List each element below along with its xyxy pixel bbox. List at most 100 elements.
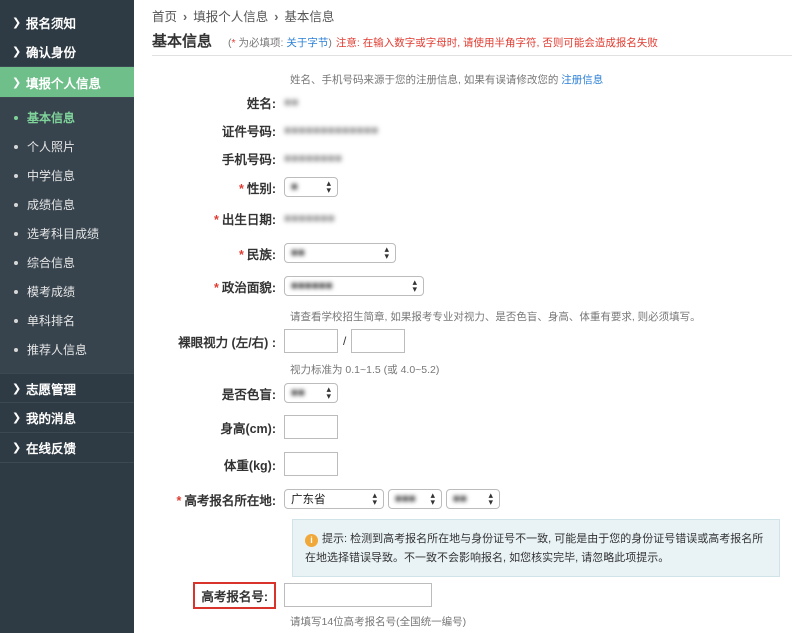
ethnic-select[interactable]: ■■ ▴ ▾	[284, 243, 396, 263]
select-caret-icon: ▴ ▾	[384, 244, 389, 261]
about-link[interactable]: 关于字节	[286, 37, 328, 49]
subnav-item-label: 选考科目成绩	[27, 227, 100, 241]
exam-number-row: 高考报名号:	[134, 581, 800, 609]
political-select[interactable]: ■■■■■■ ▴ ▾	[284, 276, 424, 296]
chevron-right-icon: ❯	[12, 382, 22, 395]
chevron-down-icon: ❯	[12, 76, 22, 89]
bullet-icon	[14, 202, 18, 207]
subnav-item-basic-info[interactable]: 基本信息	[0, 103, 134, 132]
bullet-icon	[14, 115, 18, 120]
subnav-item-subject-rank[interactable]: 单科排名	[0, 306, 134, 335]
gender-label: * 性别:	[238, 181, 276, 196]
colorblind-label: 是否色盲:	[221, 387, 276, 402]
birth-value: ■■■■■■■	[284, 211, 335, 225]
political-row: * 政治面貌: ■■■■■■ ▴ ▾	[134, 276, 800, 296]
vision-right-input[interactable]	[351, 329, 406, 353]
subnav-item-label: 基本信息	[27, 111, 76, 125]
political-label: * 政治面貌:	[213, 280, 276, 295]
nav-item-confirm-identity[interactable]: ❯ 确认身份	[0, 37, 134, 67]
birth-label: * 出生日期:	[213, 212, 276, 227]
birth-row: * 出生日期: ■■■■■■■	[134, 208, 800, 228]
nav-item-label: 在线反馈	[26, 442, 77, 456]
vision-separator: /	[343, 334, 347, 348]
breadcrumb-home[interactable]: 首页	[152, 10, 177, 24]
subnav-item-mock-exam[interactable]: 模考成绩	[0, 277, 134, 306]
subnav-item-scores[interactable]: 成绩信息	[0, 190, 134, 219]
exam-number-label-wrap: 高考报名号:	[134, 581, 284, 609]
select-caret-icon: ▴ ▾	[412, 277, 417, 294]
gender-row: * 性别: ■ ▴ ▾	[134, 177, 800, 197]
select-caret-icon: ▴ ▾	[326, 178, 331, 195]
vision-hint: 视力标准为 0.1~1.5 (或 4.0~5.2)	[290, 364, 440, 376]
nav-item-application-mgmt[interactable]: ❯ 志愿管理	[0, 373, 134, 403]
select-caret-icon: ▴ ▾	[326, 384, 331, 401]
sidebar: ❯ 报名须知 ❯ 确认身份 ❯ 填报个人信息 基本信息 个人照片 中学信息 成绩…	[0, 0, 134, 633]
phone-value: ■■■■■■■■	[284, 151, 342, 165]
source-note: 姓名、手机号码来源于您的注册信息, 如果有误请修改您的 注册信息	[290, 74, 604, 86]
id-row: 证件号码: ■■■■■■■■■■■■■	[134, 120, 800, 140]
subnav-item-comprehensive-info[interactable]: 综合信息	[0, 248, 134, 277]
nav-item-registration-notice[interactable]: ❯ 报名须知	[0, 7, 134, 37]
colorblind-row: 是否色盲: ■■ ▴ ▾	[134, 383, 800, 403]
registration-info-link[interactable]: 注册信息	[561, 74, 603, 86]
nav-item-personal-info[interactable]: ❯ 填报个人信息	[0, 67, 134, 98]
chevron-right-icon: ❯	[12, 46, 22, 58]
subnav-item-label: 单科排名	[27, 314, 76, 328]
subnav-item-photo[interactable]: 个人照片	[0, 132, 134, 161]
name-row: 姓名: ■■	[134, 92, 800, 112]
required-note: (* 为必填项: 关于字节)	[228, 37, 332, 49]
weight-input[interactable]	[284, 452, 338, 476]
bullet-icon	[14, 347, 18, 352]
chevron-right-icon: ❯	[12, 442, 22, 454]
weight-label: 体重(kg):	[223, 458, 276, 473]
page-title: 基本信息	[152, 33, 213, 50]
subnav-item-label: 成绩信息	[27, 198, 76, 212]
id-label: 证件号码:	[221, 124, 276, 139]
exam-number-label: 高考报名号:	[193, 581, 276, 609]
vision-label: 裸眼视力 (左/右) :	[178, 335, 276, 350]
chevron-right-icon: ❯	[12, 412, 22, 424]
bullet-icon	[14, 231, 18, 236]
height-row: 身高(cm):	[134, 415, 800, 439]
nav-item-label: 我的消息	[26, 412, 77, 426]
info-icon: i	[305, 534, 318, 547]
city-select[interactable]: ■■■ ▴ ▾	[388, 489, 442, 509]
main-content: 首页 › 填报个人信息 › 基本信息 基本信息 (* 为必填项: 关于字节) 注意: 在…	[134, 0, 800, 633]
vision-left-input[interactable]	[284, 329, 338, 353]
province-select[interactable]: 广东省 ▴ ▾	[284, 489, 384, 509]
vision-note: 请查看学校招生简章, 如果报考专业对视力、是否色盲、身高、体重有要求, 则必须填…	[290, 311, 701, 323]
location-mismatch-notice: i 提示: 检测到高考报名所在地与身份证号不一致, 可能是由于您的身份证号错误或高…	[292, 519, 780, 577]
height-input[interactable]	[284, 415, 338, 439]
subnav-item-elective-scores[interactable]: 选考科目成绩	[0, 219, 134, 248]
subnav-item-referrer[interactable]: 推荐人信息	[0, 335, 134, 364]
district-select[interactable]: ■■ ▴ ▾	[446, 489, 500, 509]
phone-label: 手机号码:	[221, 152, 276, 167]
name-value: ■■	[284, 95, 299, 109]
exam-number-input[interactable]	[284, 583, 432, 607]
subnav-item-school-info[interactable]: 中学信息	[0, 161, 134, 190]
nav-item-feedback[interactable]: ❯ 在线反馈	[0, 433, 134, 463]
nav-item-label: 志愿管理	[26, 382, 77, 397]
nav-item-label: 报名须知	[26, 16, 77, 31]
select-caret-icon: ▴ ▾	[372, 490, 377, 507]
page-header: 基本信息 (* 为必填项: 关于字节) 注意: 在输入数字或字母时, 请使用半角…	[152, 30, 792, 56]
nav-item-label: 确认身份	[26, 46, 77, 60]
subnav-item-label: 中学信息	[27, 169, 76, 183]
chevron-right-icon: ›	[274, 10, 279, 24]
chevron-right-icon: ❯	[12, 16, 22, 29]
subnav: 基本信息 个人照片 中学信息 成绩信息 选考科目成绩 综合信息 模考成绩 单科排…	[0, 98, 134, 373]
ethnic-row: * 民族: ■■ ▴ ▾	[134, 243, 800, 263]
subnav-item-label: 推荐人信息	[27, 343, 88, 357]
bullet-icon	[14, 289, 18, 294]
subnav-item-label: 模考成绩	[27, 285, 76, 299]
exam-location-row: * 高考报名所在地: 广东省 ▴ ▾ ■■■ ▴ ▾ ■■ ▴ ▾	[134, 489, 800, 509]
colorblind-select[interactable]: ■■ ▴ ▾	[284, 383, 338, 403]
subnav-item-label: 综合信息	[27, 256, 76, 270]
nav-item-messages[interactable]: ❯ 我的消息	[0, 403, 134, 433]
vision-row: 裸眼视力 (左/右) : /	[134, 329, 800, 353]
gender-select[interactable]: ■ ▴ ▾	[284, 177, 338, 197]
ethnic-label: * 民族:	[238, 247, 276, 262]
exam-number-hint: 请填写14位高考报名号(全国统一编号)	[290, 616, 467, 628]
bullet-icon	[14, 144, 18, 149]
breadcrumb-personal-info[interactable]: 填报个人信息	[193, 10, 268, 24]
